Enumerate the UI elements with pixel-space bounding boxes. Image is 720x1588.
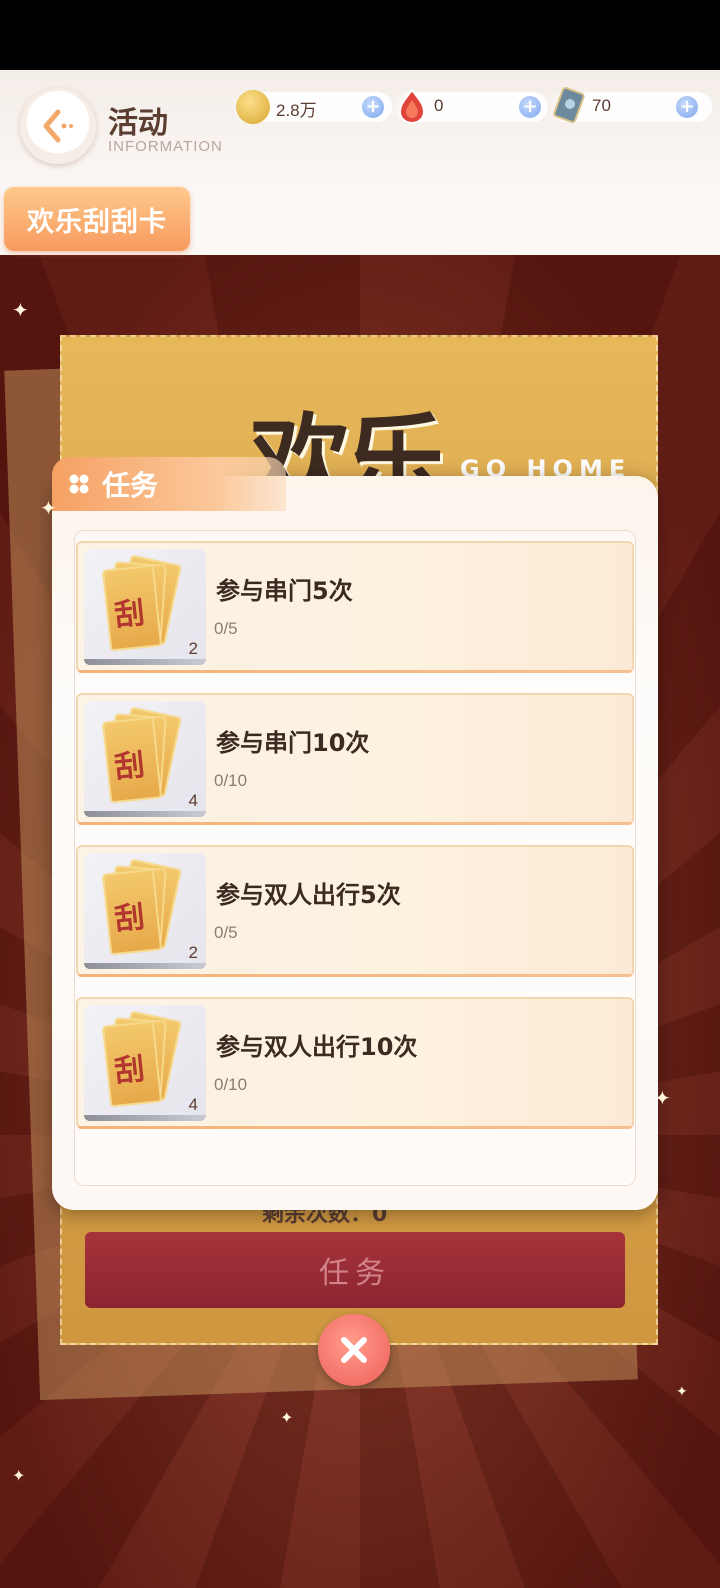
- task-item[interactable]: 刮 2 参与串门5次 0/5: [76, 541, 634, 673]
- header: 活动 INFORMATION 2.8万 + 0 + 70 +: [0, 70, 720, 185]
- tab-bar: 欢乐刮刮卡: [0, 185, 720, 255]
- scratch-card-icon: 刮: [101, 868, 163, 956]
- task-name: 参与双人出行5次: [216, 881, 401, 909]
- reward-box: 刮 2: [84, 853, 206, 969]
- task-item[interactable]: 刮 4 参与双人出行10次 0/10: [76, 997, 634, 1129]
- card-add-button[interactable]: +: [676, 96, 698, 118]
- sparkle-icon: ✦: [40, 496, 57, 520]
- close-button[interactable]: [318, 1314, 390, 1386]
- back-arrow-icon: [43, 109, 73, 143]
- task-progress: 0/5: [214, 619, 238, 638]
- reward-count: 2: [188, 943, 198, 962]
- coin-add-button[interactable]: +: [362, 96, 384, 118]
- scratch-card-icon: 刮: [101, 1020, 163, 1108]
- reward-count: 4: [188, 791, 198, 810]
- task-name: 参与双人出行10次: [216, 1033, 418, 1061]
- reward-stripe: [84, 659, 206, 665]
- tab-scratch-card[interactable]: 欢乐刮刮卡: [4, 187, 190, 251]
- reward-count: 2: [188, 639, 198, 658]
- back-button[interactable]: [20, 88, 96, 164]
- task-button[interactable]: 任务: [85, 1232, 625, 1308]
- grid-icon: [69, 474, 89, 494]
- reward-stripe: [84, 811, 206, 817]
- reward-box: 刮 4: [84, 701, 206, 817]
- scratch-card-icon: 刮: [101, 564, 163, 652]
- sparkle-icon: ✦: [12, 1466, 26, 1485]
- reward-stripe: [84, 1115, 206, 1121]
- popup-title: 任务: [102, 469, 159, 502]
- page-title: 活动: [108, 106, 168, 141]
- reward-box: 刮 4: [84, 1005, 206, 1121]
- task-item[interactable]: 刮 2 参与双人出行5次 0/5: [76, 845, 634, 977]
- sparkle-icon: ✦: [280, 1408, 294, 1427]
- red-gem-icon: [398, 88, 426, 124]
- scratch-card-icon: 刮: [101, 716, 163, 804]
- task-name: 参与串门5次: [216, 577, 353, 605]
- page-subtitle: INFORMATION: [108, 138, 223, 155]
- gem-value: 0: [434, 96, 444, 115]
- gem-add-button[interactable]: +: [519, 96, 541, 118]
- reward-box: 刮 2: [84, 549, 206, 665]
- coin-icon: [236, 90, 270, 124]
- reward-stripe: [84, 963, 206, 969]
- task-progress: 0/5: [214, 923, 238, 942]
- close-icon: [341, 1337, 367, 1363]
- card-value: 70: [592, 96, 611, 115]
- task-name: 参与串门10次: [216, 729, 370, 757]
- coin-value: 2.8万: [276, 101, 317, 120]
- task-progress: 0/10: [214, 771, 248, 790]
- task-item[interactable]: 刮 4 参与串门10次 0/10: [76, 693, 634, 825]
- sparkle-icon: ✦: [654, 1086, 671, 1110]
- task-progress: 0/10: [214, 1075, 248, 1094]
- status-bar: [0, 0, 720, 70]
- sparkle-icon: ✦: [12, 298, 29, 322]
- popup-header: 任务: [52, 457, 286, 511]
- reward-count: 4: [188, 1095, 198, 1114]
- card-ticket-icon: [553, 86, 585, 124]
- sparkle-icon: ✦: [676, 1384, 688, 1400]
